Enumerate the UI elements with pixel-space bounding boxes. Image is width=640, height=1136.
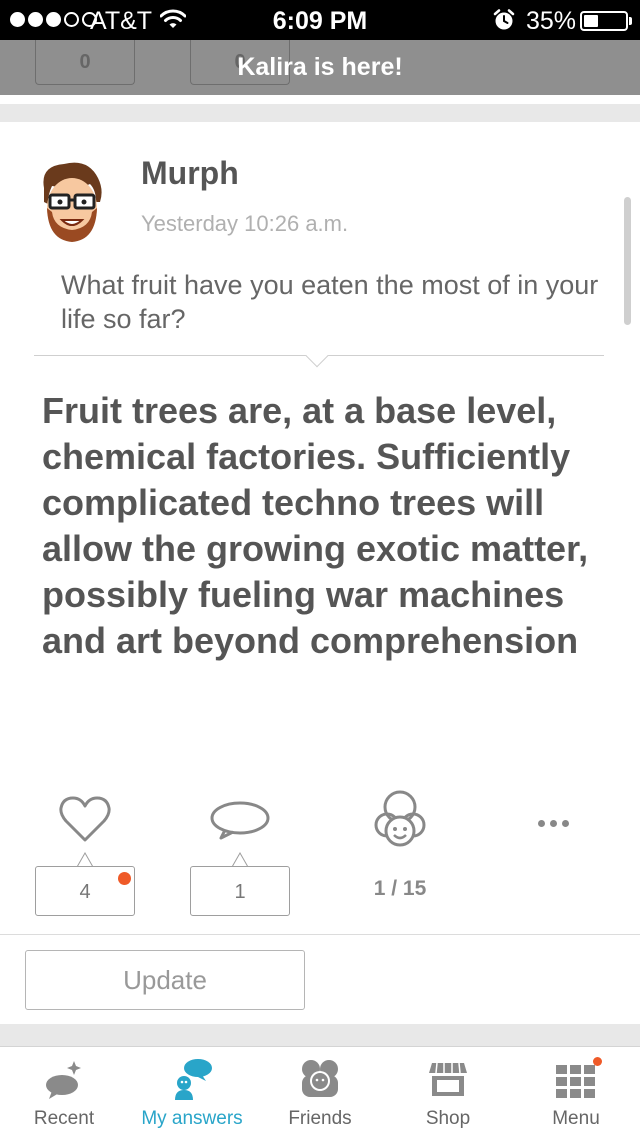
tab-shop[interactable]: Shop xyxy=(384,1047,512,1136)
comment-bubble-icon[interactable] xyxy=(209,800,271,845)
scrollbar[interactable] xyxy=(624,197,631,325)
card-separator xyxy=(0,1024,640,1046)
app-screen: AT&T 6:09 PM 35% 0 0 Kalira is here! Mur… xyxy=(0,0,640,1136)
author-avatar[interactable] xyxy=(38,160,106,244)
answer-text: Fruit trees are, at a base level, chemic… xyxy=(42,390,589,661)
tab-friends[interactable]: Friends xyxy=(256,1047,384,1136)
tab-menu[interactable]: Menu xyxy=(512,1047,640,1136)
tab-label: Friends xyxy=(288,1108,352,1129)
battery-level-fill xyxy=(584,15,598,27)
tab-my-answers[interactable]: My answers xyxy=(128,1047,256,1136)
arrival-toast[interactable]: 0 0 Kalira is here! xyxy=(0,40,640,95)
menu-grid-icon xyxy=(556,1065,595,1098)
tab-label: Shop xyxy=(425,1108,471,1129)
alarm-icon xyxy=(493,9,515,38)
update-button[interactable]: Update xyxy=(25,950,305,1010)
tab-label: Recent xyxy=(33,1108,95,1129)
status-bar: AT&T 6:09 PM 35% xyxy=(0,0,640,40)
toast-message: Kalira is here! xyxy=(237,53,403,81)
recent-icon xyxy=(46,1061,81,1099)
my-answers-icon xyxy=(175,1059,212,1100)
friends-icon xyxy=(302,1060,338,1097)
friends-face-icon[interactable] xyxy=(373,789,427,856)
tab-recent[interactable]: Recent xyxy=(0,1047,128,1136)
battery-icon xyxy=(580,11,628,31)
question-text[interactable]: What fruit have you eaten the most of in… xyxy=(61,268,601,336)
battery-tip xyxy=(629,17,632,25)
tab-label: My answers xyxy=(141,1108,243,1129)
more-dots-icon[interactable] xyxy=(538,820,569,827)
shop-icon xyxy=(429,1062,467,1096)
heart-icon[interactable] xyxy=(59,795,111,848)
author-name[interactable]: Murph xyxy=(141,155,239,192)
views-count: 1 / 15 xyxy=(373,877,427,900)
post-timestamp: Yesterday 10:26 a.m. xyxy=(141,211,349,236)
question-pointer xyxy=(305,344,329,368)
battery-percent: 35% xyxy=(526,7,577,35)
likes-notification-dot xyxy=(118,872,131,885)
comments-count[interactable]: 1 xyxy=(190,866,290,916)
tab-label: Menu xyxy=(552,1108,600,1129)
tab-bar: Recent My answers Friends Shop Menu xyxy=(0,1046,640,1136)
menu-notification-dot xyxy=(593,1057,602,1066)
action-divider xyxy=(0,934,640,935)
card-separator xyxy=(0,104,640,122)
